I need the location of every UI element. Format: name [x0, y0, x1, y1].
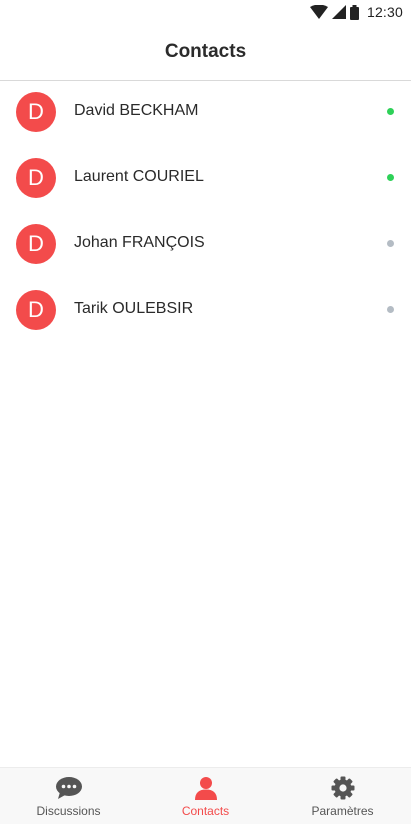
- person-icon: [194, 776, 218, 800]
- avatar: D: [16, 92, 56, 132]
- tab-contacts[interactable]: Contacts: [137, 768, 274, 824]
- avatar: D: [16, 290, 56, 330]
- contact-row[interactable]: D Tarik OULEBSIR: [0, 279, 411, 345]
- contact-row[interactable]: D David BECKHAM: [0, 81, 411, 147]
- battery-icon: [349, 4, 359, 20]
- offline-status-dot: [387, 306, 394, 313]
- app-header: Contacts: [0, 24, 411, 81]
- contact-row[interactable]: D Johan FRANÇOIS: [0, 213, 411, 279]
- page-title: Contacts: [164, 41, 247, 62]
- online-status-dot: [387, 174, 394, 181]
- offline-status-dot: [387, 240, 394, 247]
- gear-icon: [331, 776, 355, 800]
- avatar: D: [16, 224, 56, 264]
- bottom-tab-bar: Discussions Contacts Paramètres: [0, 767, 411, 824]
- tab-label: Discussions: [36, 804, 101, 818]
- status-bar: 12:30: [0, 0, 411, 24]
- status-time: 12:30: [366, 4, 403, 20]
- wifi-icon: [309, 5, 328, 19]
- tab-discussions[interactable]: Discussions: [0, 768, 137, 824]
- contact-name: David BECKHAM: [74, 102, 199, 119]
- contact-name: Tarik OULEBSIR: [74, 300, 194, 317]
- online-status-dot: [387, 108, 394, 115]
- avatar: D: [16, 158, 56, 198]
- contact-row[interactable]: D Laurent COURIEL: [0, 147, 411, 213]
- contact-list: D David BECKHAM D Laurent COURIEL D Joha…: [0, 81, 411, 345]
- signal-icon: [331, 5, 346, 19]
- status-icons: 12:30: [309, 3, 403, 21]
- contact-name: Laurent COURIEL: [74, 168, 204, 185]
- tab-parametres[interactable]: Paramètres: [274, 768, 411, 824]
- contact-name: Johan FRANÇOIS: [74, 234, 205, 251]
- tab-label: Paramètres: [311, 804, 374, 818]
- tab-label: Contacts: [181, 804, 230, 818]
- chat-bubble-icon: [55, 776, 83, 800]
